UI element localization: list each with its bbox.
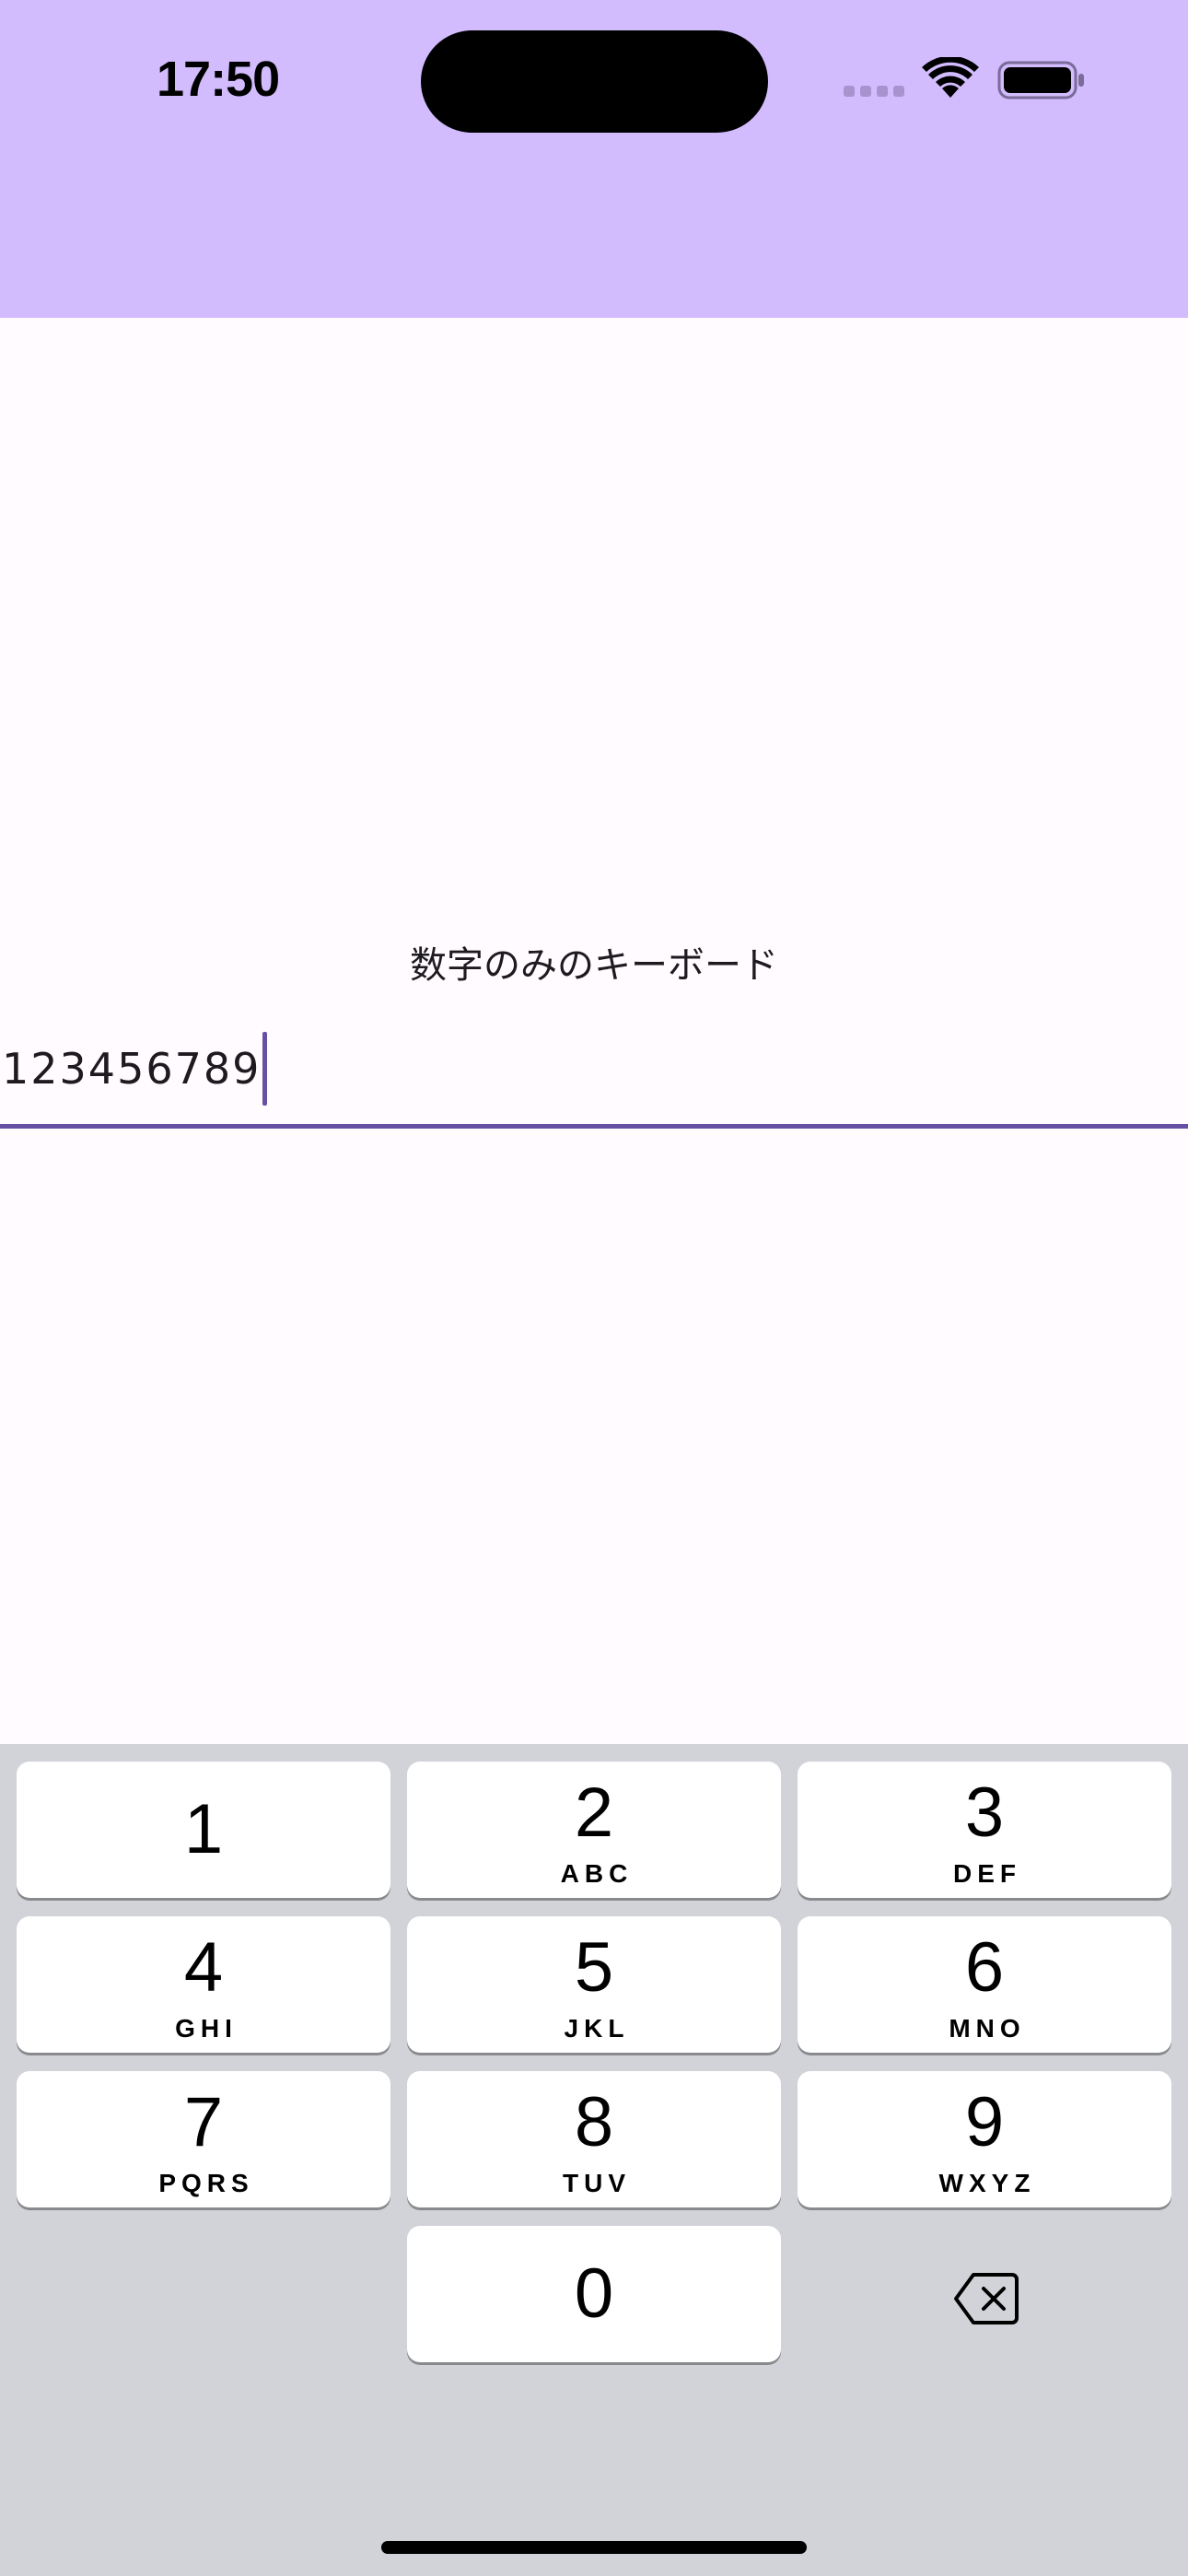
wifi-icon [922, 55, 979, 100]
key-digit: 8 [574, 2083, 614, 2161]
battery-icon [997, 60, 1086, 100]
key-digit: 9 [964, 2083, 1005, 2161]
number-input[interactable]: 123456789 [0, 1013, 1188, 1129]
field-label: 数字のみのキーボード [410, 944, 778, 987]
key-5[interactable]: 5 JKL [407, 1916, 781, 2053]
dynamic-island [421, 30, 768, 133]
key-letters: PQRS [158, 2169, 254, 2197]
key-digit: 7 [183, 2083, 224, 2161]
key-digit: 3 [964, 1774, 1005, 1852]
number-input-value-wrap: 123456789 [2, 1032, 268, 1106]
status-time: 17:50 [157, 52, 280, 107]
key-1[interactable]: 1 [17, 1762, 390, 1898]
key-digit: 5 [574, 1928, 614, 2007]
key-digit: 4 [183, 1928, 224, 2007]
key-8[interactable]: 8 TUV [407, 2071, 781, 2207]
key-digit: 1 [183, 1790, 224, 1868]
key-7[interactable]: 7 PQRS [17, 2071, 390, 2207]
key-3[interactable]: 3 DEF [798, 1762, 1171, 1898]
key-letters: ABC [560, 1859, 634, 1888]
key-digit: 0 [574, 2254, 614, 2333]
key-4[interactable]: 4 GHI [17, 1916, 390, 2053]
cellular-signal-icon [844, 86, 904, 99]
key-letters: MNO [949, 2014, 1026, 2043]
screen: 17:50 数字のみのキーボード 1 2 3 4 56789 1 2 ABC 3 DEF… [0, 0, 1188, 2576]
key-2[interactable]: 2 ABC [407, 1762, 781, 1898]
key-letters: WXYZ [938, 2169, 1036, 2197]
key-letters: GHI [175, 2014, 238, 2043]
key-digit: 2 [574, 1774, 614, 1852]
backspace-icon [954, 2273, 1019, 2324]
home-indicator[interactable] [381, 2541, 807, 2554]
key-6[interactable]: 6 MNO [798, 1916, 1171, 2053]
key-0[interactable]: 0 [407, 2226, 781, 2362]
text-caret [262, 1032, 268, 1106]
app-bar: 17:50 [0, 0, 1188, 318]
delete-button[interactable] [797, 2226, 1171, 2362]
number-input-value: 123456789 [2, 1044, 262, 1094]
key-9[interactable]: 9 WXYZ [798, 2071, 1171, 2207]
key-letters: DEF [953, 1859, 1021, 1888]
key-letters: JKL [564, 2014, 630, 2043]
key-digit: 6 [964, 1928, 1005, 2007]
key-letters: TUV [563, 2169, 631, 2197]
